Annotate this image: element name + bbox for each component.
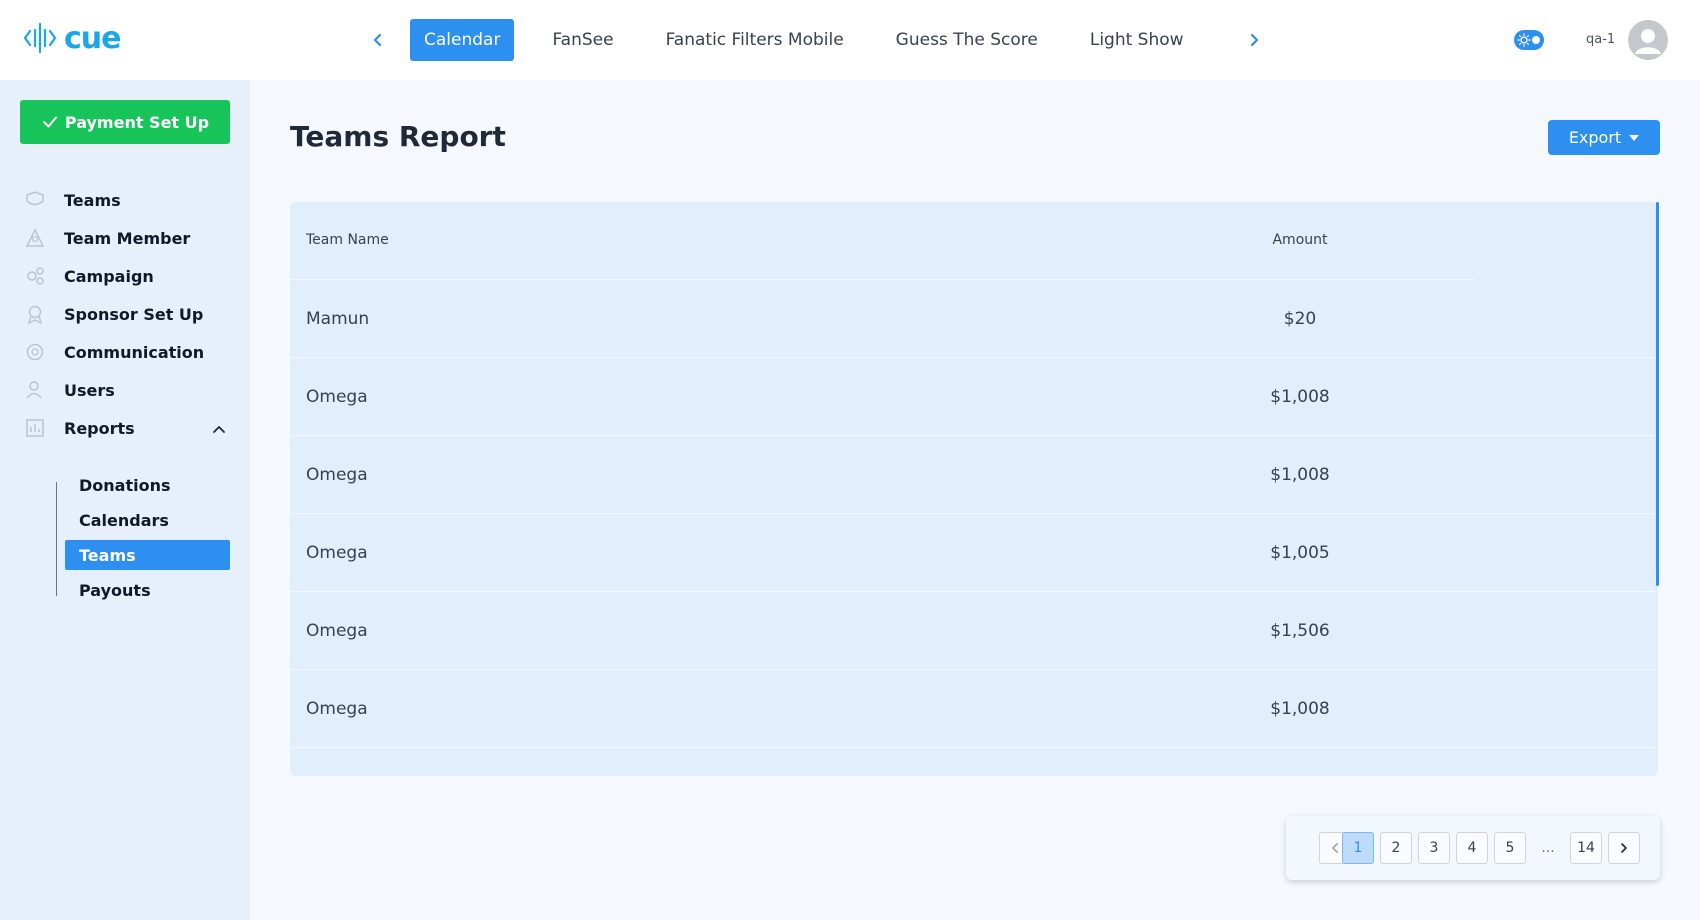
chevron-up-icon <box>213 426 225 433</box>
amount-cell: $1,008 <box>1270 465 1330 485</box>
sidebar-item-communication[interactable]: Communication <box>24 337 234 367</box>
amount-cell: $1,005 <box>1270 543 1330 563</box>
users-icon <box>26 381 42 399</box>
avatar[interactable] <box>1628 20 1668 60</box>
sidebar: Payment Set Up Teams Team Member Campaig… <box>0 80 250 920</box>
logo[interactable]: cue <box>22 20 121 56</box>
pagination-page-4[interactable]: 4 <box>1456 832 1488 864</box>
pagination-page-5[interactable]: 5 <box>1494 832 1526 864</box>
payment-set-up-label: Payment Set Up <box>64 112 210 132</box>
communication-icon <box>26 343 44 361</box>
column-header-team-name[interactable]: Team Name <box>306 232 389 248</box>
sidebar-subitem-teams[interactable]: Teams <box>65 540 230 570</box>
tab-fanatic-filters-mobile[interactable]: Fanatic Filters Mobile <box>652 19 858 61</box>
table-row[interactable]: Omega $1,005 <box>290 514 1655 592</box>
column-header-amount[interactable]: Amount <box>1220 232 1380 248</box>
sidebar-subitem-payouts[interactable]: Payouts <box>65 575 230 605</box>
table-scrollbar[interactable] <box>1656 202 1659 586</box>
payment-set-up-button[interactable]: Payment Set Up <box>20 100 230 144</box>
sidebar-item-users[interactable]: Users <box>24 375 234 405</box>
export-button[interactable]: Export <box>1548 120 1660 155</box>
check-icon <box>42 116 57 128</box>
table-row[interactable]: Omega $1,506 <box>290 592 1655 670</box>
chevron-right-icon <box>1250 33 1259 47</box>
theme-toggle[interactable] <box>1514 30 1544 50</box>
sidebar-item-sponsor-set-up[interactable]: Sponsor Set Up <box>24 299 234 329</box>
teams-icon <box>26 191 44 206</box>
sidebar-item-reports[interactable]: Reports <box>24 413 234 443</box>
sidebar-item-label: Team Member <box>64 228 191 248</box>
sidebar-item-campaign[interactable]: Campaign <box>24 261 234 291</box>
team-name-cell: Omega <box>306 387 368 407</box>
team-name-cell: Omega <box>306 465 368 485</box>
export-label: Export <box>1568 128 1622 147</box>
sidebar-item-label: Campaign <box>64 266 154 286</box>
amount-cell: $1,506 <box>1270 621 1330 641</box>
chevron-left-icon <box>373 33 382 47</box>
sidebar-subitem-donations[interactable]: Donations <box>65 470 230 500</box>
teams-report-table: Team Name Amount Mamun $20 Omega $1,008 … <box>290 202 1658 776</box>
pagination-next-button[interactable] <box>1608 832 1640 864</box>
sun-icon <box>1517 33 1531 47</box>
sidebar-item-label: Users <box>64 380 115 400</box>
caret-down-icon <box>1629 134 1640 141</box>
pagination-page-3[interactable]: 3 <box>1418 832 1450 864</box>
tab-calendar[interactable]: Calendar <box>410 19 515 61</box>
team-name-cell: Omega <box>306 699 368 719</box>
logo-mark-icon <box>23 22 57 54</box>
tab-light-show[interactable]: Light Show <box>1076 19 1198 61</box>
username[interactable]: qa-1 <box>1586 32 1615 47</box>
sidebar-item-teams[interactable]: Teams <box>24 185 234 215</box>
pagination-ellipsis[interactable]: ... <box>1532 832 1564 864</box>
sidebar-subitem-calendars[interactable]: Calendars <box>65 505 230 535</box>
reports-icon <box>26 419 44 437</box>
tab-fansee[interactable]: FanSee <box>538 19 627 61</box>
page-title: Teams Report <box>290 120 506 153</box>
sidebar-item-label: Reports <box>64 418 135 438</box>
chevron-left-icon <box>1332 843 1338 853</box>
sidebar-item-label: Teams <box>64 190 121 210</box>
sponsor-icon <box>27 305 43 325</box>
pagination-page-last[interactable]: 14 <box>1570 832 1602 864</box>
sidebar-item-team-member[interactable]: Team Member <box>24 223 234 253</box>
submenu-divider <box>56 482 57 596</box>
tabs-next-button[interactable] <box>1240 26 1268 54</box>
table-row[interactable]: Omega $1,008 <box>290 358 1655 436</box>
tab-next-truncated[interactable]: Nc <box>1222 19 1230 61</box>
pagination: 1 2 3 4 5 ... 14 <box>1286 816 1660 880</box>
logo-text: cue <box>64 20 121 56</box>
pagination-page-2[interactable]: 2 <box>1380 832 1412 864</box>
pagination-page-1[interactable]: 1 <box>1342 832 1374 864</box>
sidebar-item-label: Sponsor Set Up <box>64 304 204 324</box>
team-name-cell: Omega <box>306 621 368 641</box>
user-avatar-icon <box>1635 29 1661 54</box>
table-row[interactable]: Mamun $20 <box>290 280 1655 358</box>
top-bar: cue Calendar FanSee Fanatic Filters Mobi… <box>0 0 1700 80</box>
chevron-right-icon <box>1621 843 1627 853</box>
amount-cell: $1,008 <box>1270 699 1330 719</box>
team-member-icon <box>25 228 45 247</box>
tab-guess-the-score[interactable]: Guess The Score <box>882 19 1052 61</box>
campaign-icon <box>27 267 44 285</box>
table-row[interactable]: Omega $1,008 <box>290 436 1655 514</box>
amount-cell: $1,008 <box>1270 387 1330 407</box>
team-name-cell: Mamun <box>306 309 370 329</box>
tabs-prev-button[interactable] <box>364 26 392 54</box>
sidebar-item-label: Communication <box>64 342 205 362</box>
team-name-cell: Omega <box>306 543 368 563</box>
amount-cell: $20 <box>1283 309 1317 329</box>
app-tabs: Calendar FanSee Fanatic Filters Mobile G… <box>410 19 1230 61</box>
toggle-knob <box>1532 36 1540 44</box>
table-row[interactable]: Omega $1,008 <box>290 670 1655 748</box>
table-header: Team Name Amount <box>290 202 1475 280</box>
